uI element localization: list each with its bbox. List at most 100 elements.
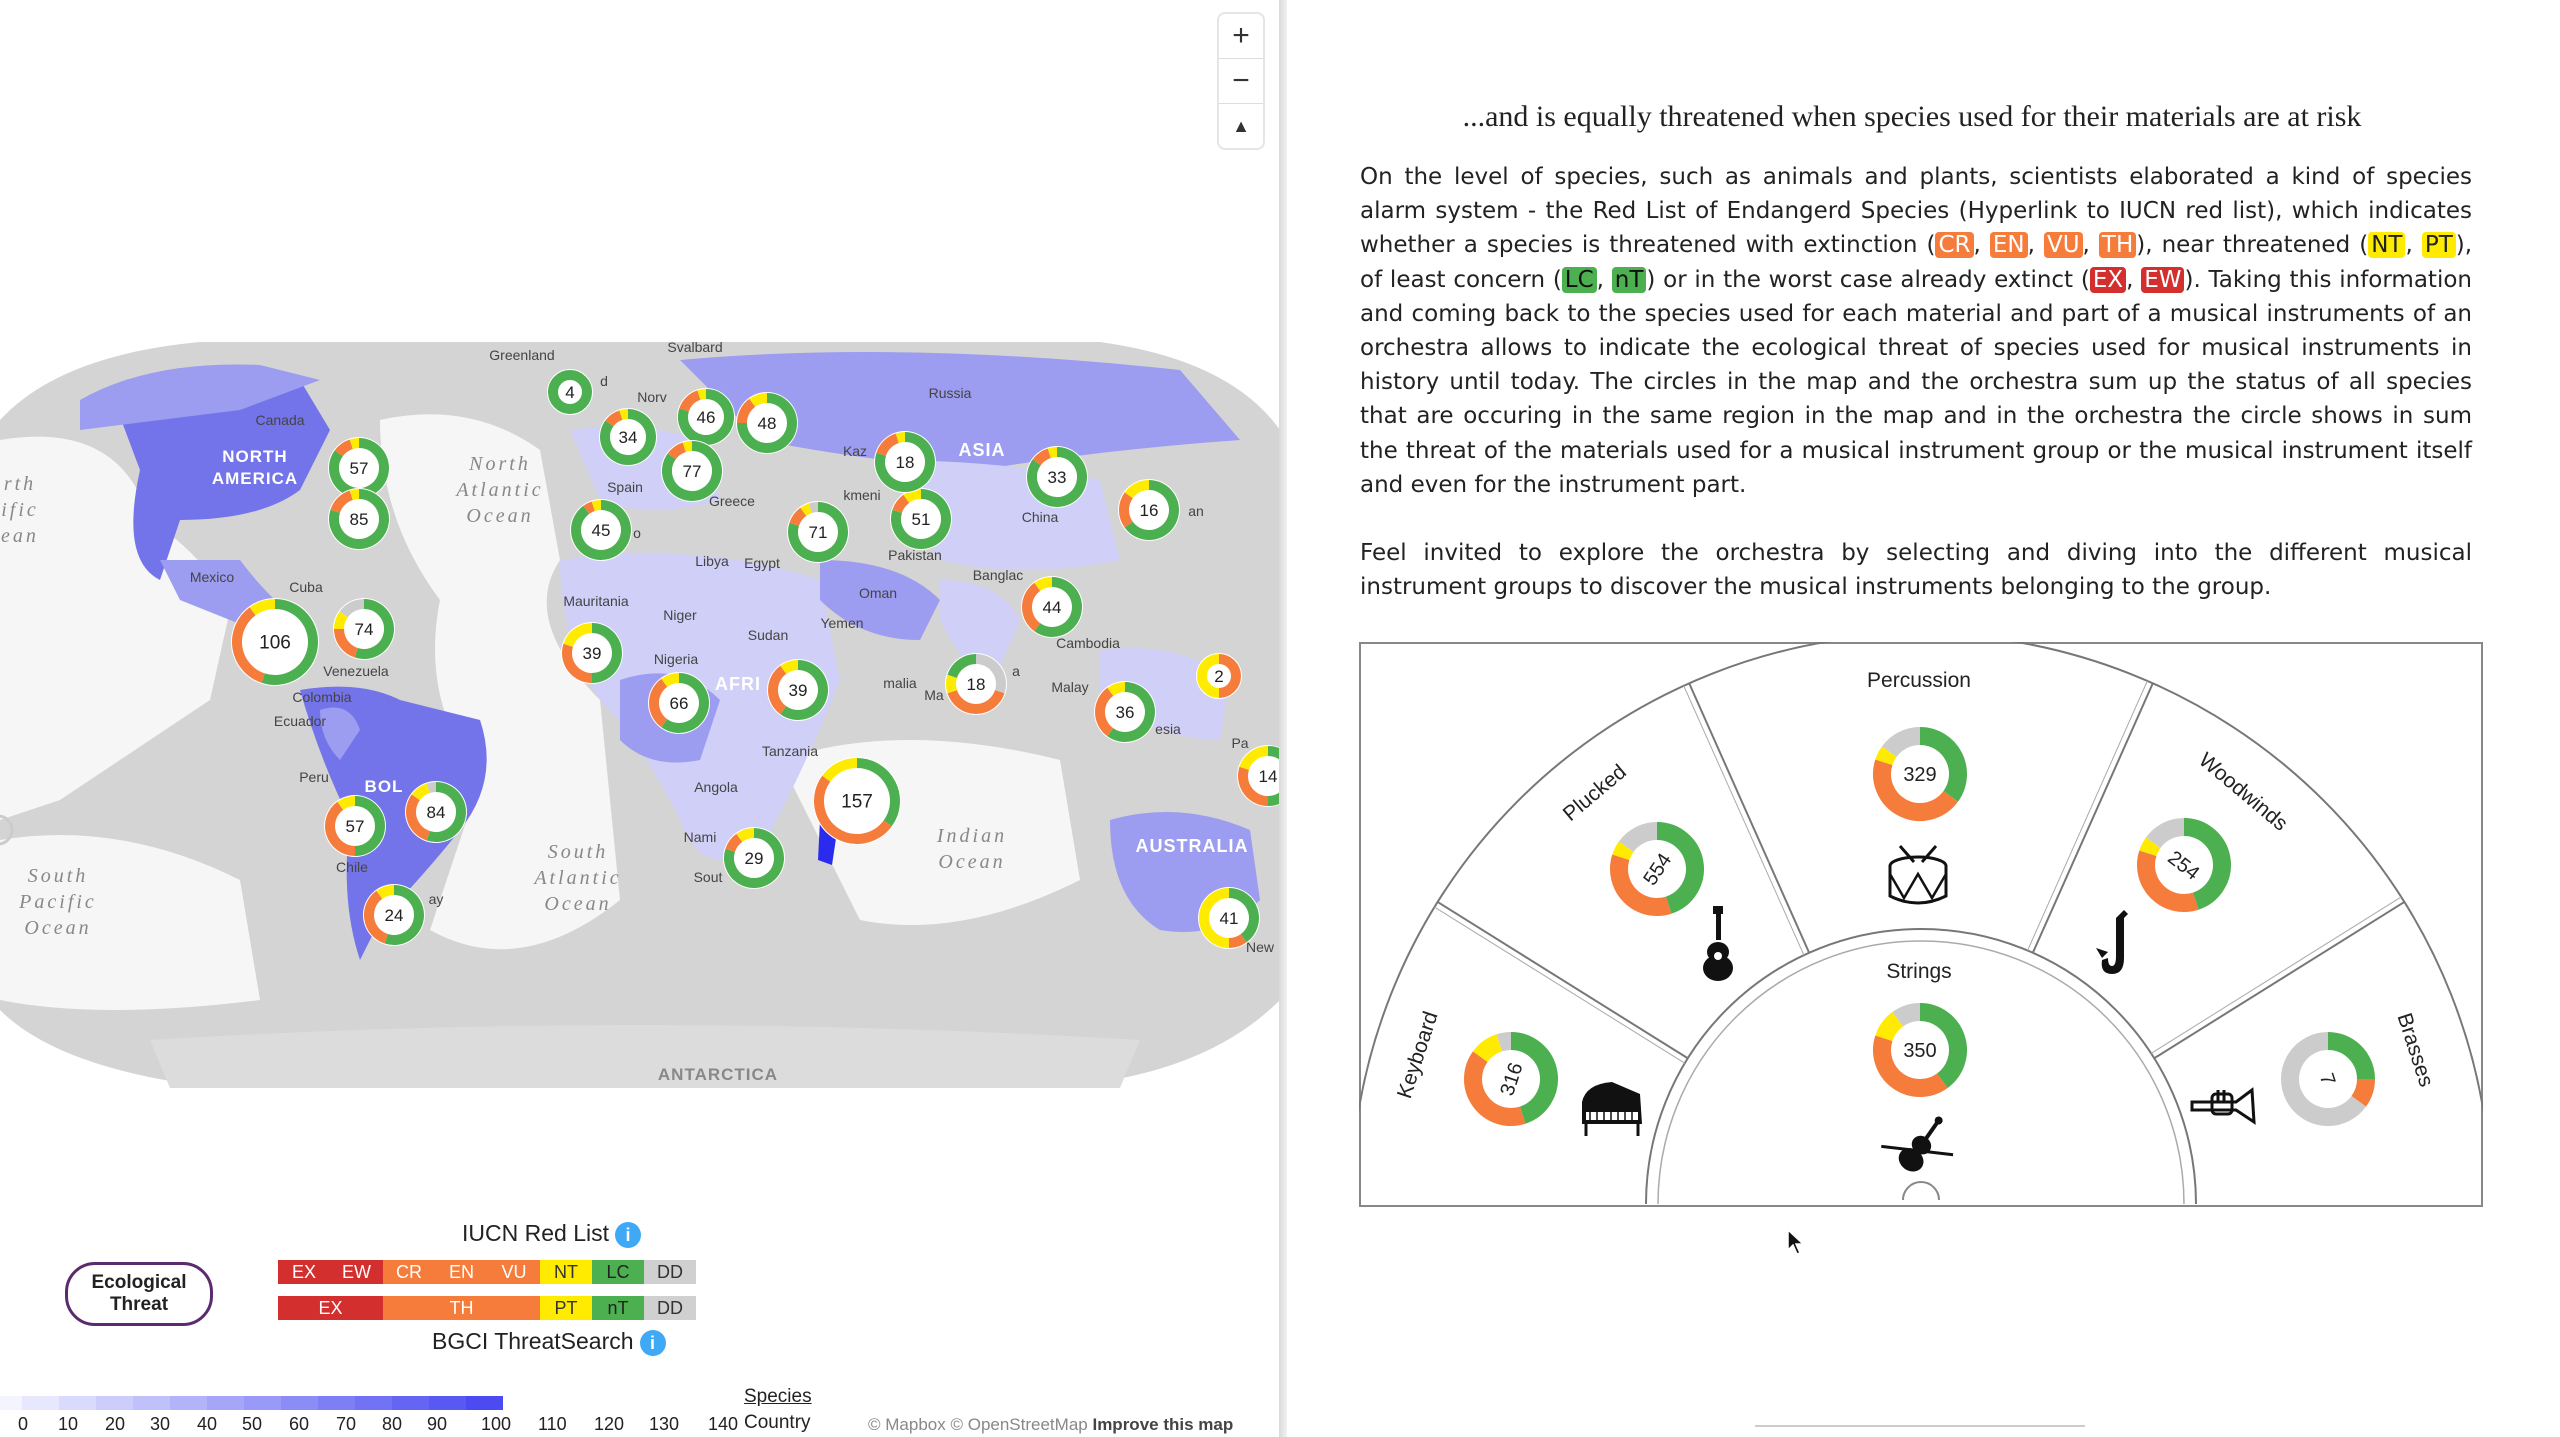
place-label: Ocean: [24, 917, 91, 939]
osm-link[interactable]: © OpenStreetMap: [950, 1415, 1087, 1434]
map-cluster[interactable]: 16: [1118, 479, 1180, 541]
map-cluster[interactable]: 36: [1094, 681, 1156, 743]
map-cluster-label: 39: [583, 644, 602, 663]
group-donut[interactable]: 350: [1872, 1002, 1968, 1098]
map-cluster-segment: [749, 393, 768, 408]
group-donut[interactable]: 329: [1872, 726, 1968, 822]
iucn-cell: NT: [540, 1260, 592, 1284]
place-label: ean: [1, 525, 39, 547]
scale-label: 90: [427, 1414, 448, 1434]
bgci-cell: EX: [278, 1296, 383, 1320]
map-cluster[interactable]: 48: [736, 392, 798, 454]
map-cluster-segment: [376, 885, 395, 900]
comma: ,: [1973, 232, 1990, 259]
map-cluster[interactable]: 74: [333, 598, 395, 660]
iucn-title: IUCN Red List i: [462, 1220, 641, 1248]
mapbox-link[interactable]: © Mapbox: [868, 1415, 946, 1434]
orchestra-diagram[interactable]: Keyboard 316Plucked554Percussion329 Woodwi…: [1359, 642, 2483, 1208]
map-cluster[interactable]: 4: [547, 369, 593, 415]
map-cluster[interactable]: 106: [231, 598, 319, 686]
place-label: Russia: [929, 385, 972, 401]
place-label: Sudan: [748, 627, 788, 643]
p1-text-d: ) or in the worst case already extinct (: [1646, 266, 2090, 293]
map-cluster-label: 33: [1048, 468, 1067, 487]
map-cluster[interactable]: 2: [1196, 653, 1242, 699]
scale-swatch: [281, 1396, 318, 1410]
scale-label: 140: [708, 1414, 739, 1434]
iucn-cell: LC: [592, 1260, 644, 1284]
place-label: Spain: [607, 479, 643, 495]
tag-ex: EX: [2089, 266, 2127, 293]
map-cluster[interactable]: 18: [945, 653, 1007, 715]
p1-text-b: ), near threatened (: [2136, 232, 2369, 259]
place-label: BOL: [365, 777, 404, 796]
map-panel[interactable]: Greenland Svalbard Canada NORTH AMERICA North…: [0, 0, 1280, 1437]
bgci-info-icon[interactable]: i: [639, 1329, 666, 1356]
map-cluster[interactable]: 57: [324, 795, 386, 857]
map-cluster-segment: [895, 432, 906, 444]
map-cluster[interactable]: 157: [813, 757, 901, 845]
map-cluster[interactable]: 45: [570, 499, 632, 561]
p1-text-e: ). Taking this information and coming ba…: [1360, 266, 2472, 498]
map-cluster[interactable]: 66: [648, 672, 710, 734]
bgci-cell: nT: [592, 1296, 644, 1320]
map-cluster[interactable]: 44: [1021, 576, 1083, 638]
tag-en: EN: [1989, 232, 2028, 259]
place-label: Mexico: [190, 569, 235, 585]
world-map[interactable]: Greenland Svalbard Canada NORTH AMERICA North…: [0, 0, 1280, 1200]
map-cluster[interactable]: 77: [661, 440, 723, 502]
eco-line1: Ecological: [91, 1272, 187, 1293]
map-cluster-label: 24: [385, 906, 404, 925]
scale-label: 0: [18, 1414, 29, 1434]
map-cluster[interactable]: 85: [328, 488, 390, 550]
map-cluster[interactable]: 34: [599, 408, 657, 466]
map-cluster[interactable]: 51: [890, 488, 952, 550]
iucn-title-text: IUCN Red List: [462, 1220, 609, 1246]
map-cluster-label: 106: [259, 633, 291, 654]
group-donut[interactable]: 7: [2280, 1031, 2376, 1127]
map-cluster[interactable]: 29: [723, 827, 785, 889]
iucn-bar: EX EW CR EN VU NT LC DD: [278, 1260, 696, 1284]
map-cluster[interactable]: 39: [561, 622, 623, 684]
bgci-title-text: BGCI ThreatSearch: [432, 1328, 634, 1354]
iucn-info-icon[interactable]: i: [614, 1221, 641, 1248]
place-label: Niger: [663, 607, 697, 623]
map-cluster[interactable]: 84: [405, 781, 467, 843]
place-label: Mauritania: [563, 593, 629, 609]
place-label: rth: [4, 473, 36, 495]
bottom-scroll-indicator[interactable]: [1755, 1425, 2085, 1427]
place-label: esia: [1155, 721, 1181, 737]
group-donut[interactable]: 316: [1463, 1031, 1559, 1127]
map-cluster[interactable]: 33: [1026, 446, 1088, 508]
bgci-bar: EX TH PT nT DD: [278, 1296, 696, 1320]
map-cluster-segment: [808, 502, 819, 514]
group-donut[interactable]: 254: [2136, 817, 2232, 913]
place-label: a: [1012, 663, 1020, 679]
tag-lc: LC: [1561, 266, 1597, 293]
zoom-in-button[interactable]: +: [1219, 14, 1263, 59]
map-cluster[interactable]: 39: [767, 659, 829, 721]
map-cluster[interactable]: 71: [787, 501, 849, 563]
map-cluster-segment: [682, 441, 693, 453]
intro-paragraph: On the level of species, such as animals…: [1360, 160, 2472, 502]
zoom-out-button[interactable]: −: [1219, 59, 1263, 104]
place-label: Cuba: [289, 579, 323, 595]
place-label: Nigeria: [654, 651, 699, 667]
map-cluster-segment: [334, 611, 349, 630]
group-donut-segment: [1612, 841, 1634, 861]
group-donut-segment: [2351, 1078, 2375, 1107]
pane-divider[interactable]: [1279, 0, 1287, 1437]
compass-button[interactable]: ▲: [1219, 104, 1263, 148]
place-label: Ecuador: [274, 713, 326, 729]
map-cluster[interactable]: 41: [1198, 887, 1260, 949]
map-cluster-label: 84: [427, 803, 446, 822]
iucn-cell: EN: [435, 1260, 488, 1284]
scale-swatch: [59, 1396, 96, 1410]
map-cluster[interactable]: 18: [874, 431, 936, 493]
scale-swatch: [318, 1396, 355, 1410]
map-cluster[interactable]: 46: [677, 388, 735, 446]
place-label: Pacific: [18, 891, 97, 913]
improve-map-link[interactable]: Improve this map: [1092, 1415, 1233, 1434]
group-donut[interactable]: 554: [1609, 821, 1705, 917]
map-cluster[interactable]: 24: [363, 884, 425, 946]
